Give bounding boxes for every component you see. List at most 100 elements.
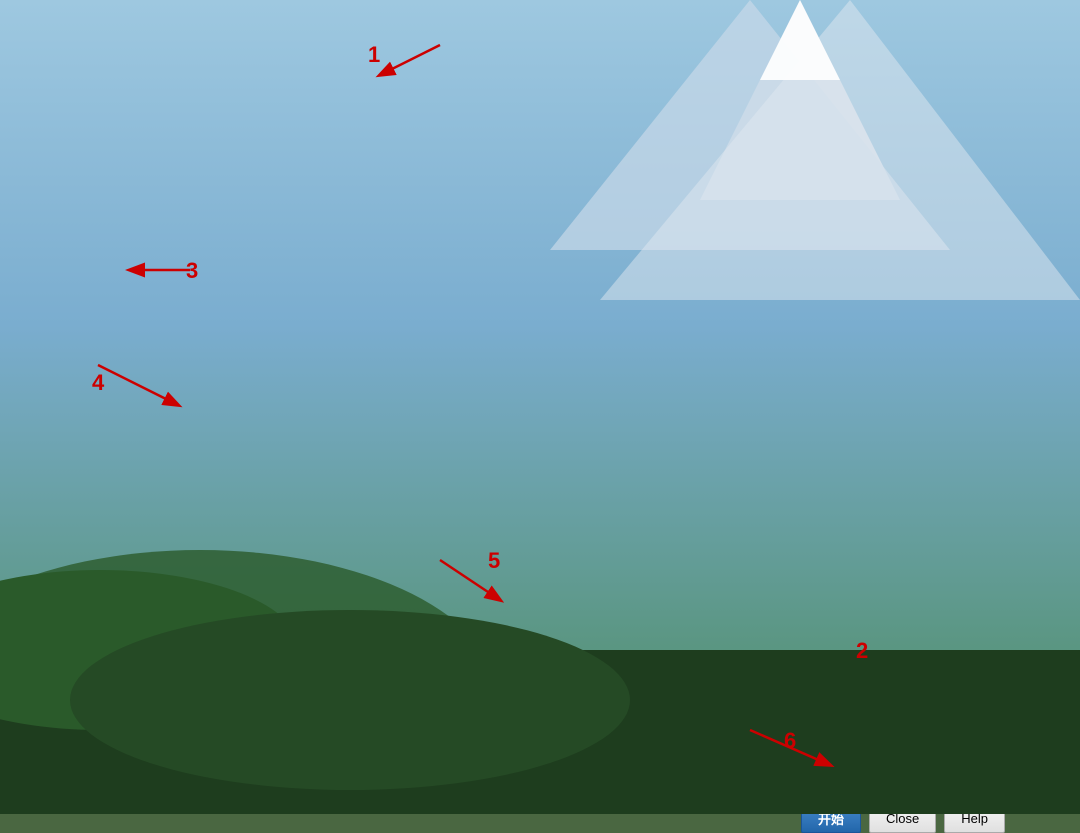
cap-min-btn[interactable]: v	[945, 616, 961, 632]
squiggly-line-2	[839, 284, 899, 292]
right-panel-min-btn[interactable]: v	[995, 207, 1011, 223]
toolbar-grid-icon[interactable]: ▦	[262, 90, 288, 116]
filter-plus-button[interactable]: +	[841, 123, 863, 145]
manage-interfaces-button[interactable]: Manage Interfaces...	[870, 740, 1001, 762]
dialog-minimize-btn[interactable]: v	[625, 215, 641, 231]
toolbar-cut-icon[interactable]: ✂	[297, 90, 323, 116]
toolbar-jump-in-icon[interactable]: ↙	[444, 90, 470, 116]
filter-dropdown-button[interactable]: ▼	[874, 768, 896, 790]
capture-content: Enable promiscuous mode on all interface…	[141, 638, 1009, 804]
add-pipe-button[interactable]: +	[183, 551, 209, 573]
toolbar-jump-end-icon[interactable]: →|	[500, 90, 526, 116]
rp-item-remote[interactable]: Remote capture dependent DLT	[831, 525, 1059, 546]
toolbar-back-icon[interactable]: ←	[388, 90, 414, 116]
start-capture-button[interactable]: 开始	[801, 804, 861, 833]
dialog-ok-button[interactable]: OK	[473, 619, 526, 644]
tab-local-interfaces[interactable]: 本地接口	[175, 241, 261, 271]
pipe-section-label: 局部管道路径	[183, 284, 677, 303]
rp-item-ux-monitor[interactable]: ux Monitor	[831, 417, 1059, 438]
menu-view[interactable]: 视图(V)	[237, 61, 296, 84]
capture-filter-input[interactable]	[371, 768, 868, 790]
filter-arrow-button[interactable]: →	[809, 123, 837, 145]
right-side-panel: v ^ x 显示所有接口 ▾ der v1 UART transport la …	[830, 200, 1060, 660]
menu-telephone[interactable]: 电话(Y)	[546, 61, 605, 84]
compile-bpfs-button[interactable]: Compile BPFs	[902, 768, 1001, 790]
browse-button[interactable]: 浏览	[625, 309, 677, 335]
close-button[interactable]: x	[845, 37, 861, 53]
minimize-button[interactable]: v	[805, 37, 821, 53]
capture-filter-icon: 🔖	[348, 771, 365, 788]
rp-item-log[interactable]: log messages	[831, 438, 1059, 459]
toolbar: ■ ⚙ 📁 ▦ ✂ ↺ 🔍 ← → ↙ ↖ →| ☰ ⊕ ⊖ ◫ ⊞	[111, 87, 869, 119]
menu-file[interactable]: 文件(F)	[115, 61, 174, 84]
toolbar-capture-icon[interactable]	[535, 90, 561, 116]
toolbar-refresh-icon[interactable]: ↺	[325, 90, 351, 116]
toolbar-sep-2	[292, 93, 293, 113]
toolbar-stop-icon[interactable]: ■	[143, 90, 169, 116]
squiggly-line-1	[839, 263, 899, 271]
filter-bar: 🔖 → +	[111, 119, 869, 149]
rp-item-uart[interactable]: UART transport la	[831, 396, 1059, 417]
menu-capture[interactable]: 捕获(C)	[361, 61, 421, 84]
rp-item-der[interactable]: der	[831, 323, 1059, 344]
toolbar-sep-1	[229, 93, 230, 113]
menu-statistics[interactable]: 统计(S)	[484, 61, 543, 84]
right-panel-max-btn[interactable]: ^	[1015, 207, 1031, 223]
menu-help[interactable]: 帮助(H)	[733, 61, 793, 84]
rp-squiggly-2	[831, 278, 1059, 299]
manage-interfaces-dialog: 管理接口 v ^ x 本地接口 管道 局部管道路径 浏览 + − 这个版本的 W…	[170, 208, 690, 628]
dialog-cancel-button[interactable]: Cancel	[534, 619, 608, 644]
toolbar-search-icon[interactable]: 🔍	[360, 90, 386, 116]
toolbar-sep-3	[355, 93, 356, 113]
menu-bar: 文件(F) 编辑(E) 视图(V) 跳转(G) 捕获(C) 分析(A) 统计(S…	[111, 59, 869, 87]
dialog-close-btn[interactable]: x	[665, 215, 681, 231]
close-capture-button[interactable]: Close	[869, 804, 936, 833]
toolbar-format-icon[interactable]: ⊞	[682, 90, 708, 116]
right-panel-interface-list: der v1 UART transport la ux Monitor log …	[831, 257, 1059, 659]
promiscuous-mode-checkbox[interactable]	[149, 745, 162, 758]
maximize-button[interactable]: ^	[825, 37, 841, 53]
pipe-path-input[interactable]	[183, 309, 619, 335]
dialog-action-row: OK Cancel Help	[171, 610, 689, 652]
config-label: 配置：Default	[831, 459, 1059, 483]
help-capture-button[interactable]: Help	[944, 804, 1005, 833]
wireshark-title-bar: Wireshark 网络分析器 v ^ x	[111, 31, 869, 59]
menu-edit[interactable]: 编辑(E)	[176, 61, 235, 84]
menu-goto[interactable]: 跳转(G)	[298, 61, 359, 84]
toolbar-shark-icon[interactable]	[115, 90, 141, 116]
dialog-title-controls: v ^ x	[625, 215, 681, 231]
dialog-help-button[interactable]: Help	[616, 619, 677, 644]
pipe-warning-text: 这个版本的 Wireshark 无法保存管道设置。	[183, 581, 677, 598]
cap-max-btn[interactable]: ^	[965, 616, 981, 632]
toolbar-settings-icon[interactable]: ⚙	[199, 90, 225, 116]
toolbar-sep-5	[593, 93, 594, 113]
rp-item-selected[interactable]	[831, 344, 1059, 351]
menu-tools[interactable]: 工具(T)	[672, 61, 731, 84]
remove-pipe-button[interactable]: −	[213, 551, 239, 573]
toolbar-folder-icon[interactable]: 📁	[234, 90, 260, 116]
toolbar-jump-out-icon[interactable]: ↖	[472, 90, 498, 116]
menu-analyze[interactable]: 分析(A)	[423, 61, 482, 84]
rp-item-dbus[interactable]: D Bus	[831, 483, 1059, 504]
dialog-maximize-btn[interactable]: ^	[645, 215, 661, 231]
rp-blank-1	[831, 299, 1059, 323]
toolbar-zoom-out-icon[interactable]: ⊖	[626, 90, 652, 116]
display-filter-input[interactable]	[138, 123, 805, 145]
toolbar-forward-icon[interactable]: →	[416, 90, 442, 116]
toolbar-columns-icon[interactable]: ☰	[563, 90, 589, 116]
right-panel-close-btn[interactable]: x	[1035, 207, 1051, 223]
toolbar-packet-icon[interactable]: ◫	[654, 90, 680, 116]
rp-item-v1[interactable]: v1	[831, 351, 1059, 372]
show-all-interfaces-button[interactable]: 显示所有接口 ▾	[837, 231, 936, 254]
rp-item-unknown[interactable]: Unknown	[831, 504, 1059, 525]
menu-wireless[interactable]: 无线(W)	[607, 61, 670, 84]
dialog-title-bar: 管理接口 v ^ x	[171, 209, 689, 237]
tab-pipes[interactable]: 管道	[263, 241, 323, 272]
right-panel-title-bar: v ^ x	[831, 201, 1059, 229]
capture-interface-list	[149, 644, 1001, 734]
toolbar-zoom-in-icon[interactable]: ⊕	[598, 90, 624, 116]
capture-action-buttons: 开始 Close Help	[141, 804, 1009, 833]
rp-item-rins[interactable]: Rins Rat All...	[831, 546, 1059, 567]
cap-close-btn[interactable]: x	[985, 616, 1001, 632]
toolbar-restart-icon[interactable]	[171, 90, 197, 116]
